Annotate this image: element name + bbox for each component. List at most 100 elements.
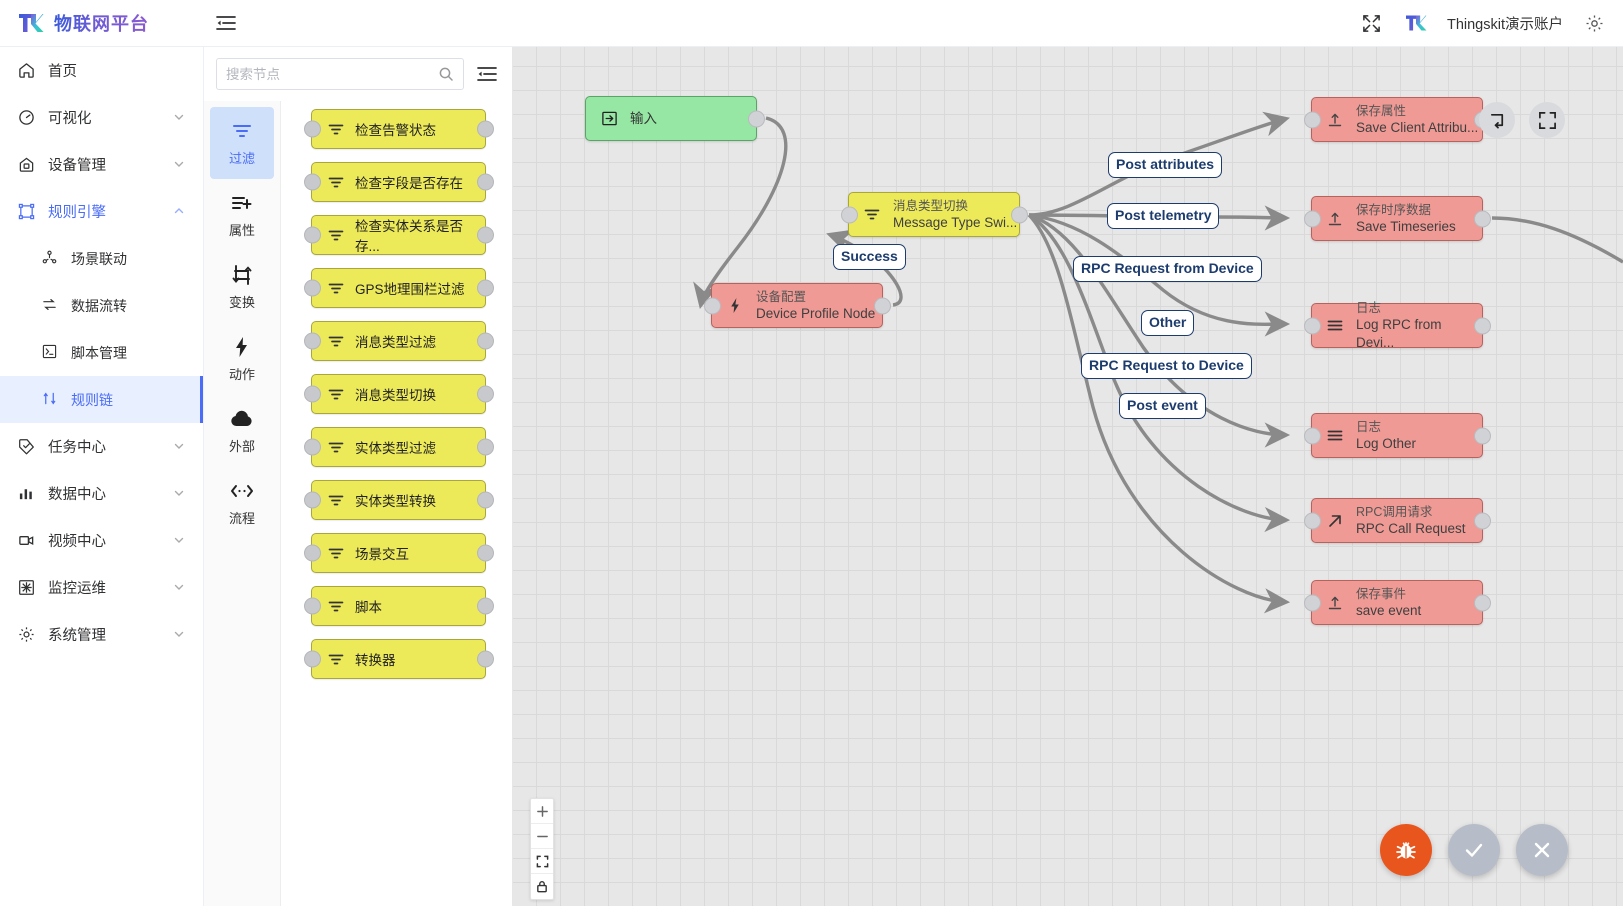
cancel-button[interactable] — [1516, 824, 1568, 876]
node-port-left[interactable] — [303, 173, 321, 191]
gear-icon[interactable] — [1581, 10, 1607, 36]
category-external[interactable]: 外部 — [210, 395, 274, 467]
node-port-right[interactable] — [1010, 206, 1028, 223]
node-port-left[interactable] — [703, 297, 721, 314]
nav-item-system-management[interactable]: 系统管理 — [0, 611, 203, 658]
canvas-node-switch[interactable]: 消息类型切换 Message Type Swi... — [840, 192, 1028, 237]
canvas-node-ts[interactable]: 保存时序数据 Save Timeseries — [1303, 196, 1491, 241]
node-port-left[interactable] — [1303, 317, 1321, 334]
search-input[interactable] — [226, 66, 438, 82]
palette-node[interactable]: 实体类型过滤 — [303, 427, 494, 467]
node-port-right[interactable] — [476, 120, 494, 138]
nav-item-visualization[interactable]: 可视化 — [0, 94, 203, 141]
node-port-right[interactable] — [476, 597, 494, 615]
rule-chain-canvas[interactable]: 输入消息类型切换 Message Type Swi... 设备配置 Device Pr… — [513, 47, 1623, 906]
search-icon[interactable] — [438, 66, 454, 82]
edge-label[interactable]: RPC Request to Device — [1081, 353, 1252, 379]
palette-node[interactable]: 消息类型过滤 — [303, 321, 494, 361]
node-port-right[interactable] — [476, 544, 494, 562]
palette-node[interactable]: 消息类型切换 — [303, 374, 494, 414]
palette-node[interactable]: 脚本 — [303, 586, 494, 626]
node-port-right[interactable] — [476, 650, 494, 668]
category-attribute[interactable]: 属性 — [210, 179, 274, 251]
panel-collapse-icon[interactable] — [474, 61, 500, 87]
node-port-left[interactable] — [303, 332, 321, 350]
node-port-left[interactable] — [1303, 427, 1321, 444]
zoom-out-button[interactable] — [531, 824, 553, 849]
palette-node[interactable]: 检查字段是否存在 — [303, 162, 494, 202]
nav-item-monitoring[interactable]: 监控运维 — [0, 564, 203, 611]
canvas-node-saveevt[interactable]: 保存事件 save event — [1303, 580, 1491, 625]
edge-label[interactable]: Post telemetry — [1107, 203, 1220, 229]
sidebar-item-data-flow[interactable]: 数据流转 — [0, 282, 203, 329]
nav-item-device-management[interactable]: 设备管理 — [0, 141, 203, 188]
fullscreen-icon[interactable] — [1359, 10, 1385, 36]
node-port-right[interactable] — [1473, 210, 1491, 227]
reset-layout-button[interactable] — [1479, 102, 1515, 138]
node-port-left[interactable] — [303, 279, 321, 297]
node-port-left[interactable] — [1303, 210, 1321, 227]
sidebar-collapse-button[interactable] — [204, 0, 248, 47]
palette-node[interactable]: 场景交互 — [303, 533, 494, 573]
node-port-left[interactable] — [1303, 512, 1321, 529]
node-port-right[interactable] — [476, 438, 494, 456]
palette-node[interactable]: 转换器 — [303, 639, 494, 679]
canvas-node-logrpc[interactable]: 日志 Log RPC from Devi... — [1303, 301, 1491, 350]
palette-node[interactable]: 检查告警状态 — [303, 109, 494, 149]
edge-label[interactable]: Success — [833, 244, 906, 270]
category-transform[interactable]: 变换 — [210, 251, 274, 323]
palette-node[interactable]: 实体类型转换 — [303, 480, 494, 520]
node-port-left[interactable] — [840, 206, 858, 223]
lock-canvas-button[interactable] — [531, 874, 553, 899]
canvas-fullscreen-button[interactable] — [1529, 102, 1565, 138]
node-port-left[interactable] — [1303, 594, 1321, 611]
node-port-left[interactable] — [303, 120, 321, 138]
debug-button[interactable] — [1380, 824, 1432, 876]
canvas-node-input[interactable]: 输入 — [585, 96, 765, 141]
sidebar-item-script-management[interactable]: 脚本管理 — [0, 329, 203, 376]
canvas-node-logother[interactable]: 日志 Log Other — [1303, 413, 1491, 458]
node-port-right[interactable] — [747, 110, 765, 127]
confirm-button[interactable] — [1448, 824, 1500, 876]
sidebar-item-scene-linkage[interactable]: 场景联动 — [0, 235, 203, 282]
canvas-node-rpccall[interactable]: RPC调用请求 RPC Call Request — [1303, 498, 1491, 543]
edge-label[interactable]: RPC Request from Device — [1073, 256, 1262, 282]
category-flow[interactable]: 流程 — [210, 467, 274, 539]
node-port-right[interactable] — [476, 279, 494, 297]
nav-item-data-center[interactable]: 数据中心 — [0, 470, 203, 517]
palette-node[interactable]: 检查实体关系是否存... — [303, 215, 494, 255]
node-port-right[interactable] — [476, 173, 494, 191]
node-port-right[interactable] — [1473, 427, 1491, 444]
palette-node[interactable]: GPS地理围栏过滤 — [303, 268, 494, 308]
node-port-right[interactable] — [476, 491, 494, 509]
nav-item-video-center[interactable]: 视频中心 — [0, 517, 203, 564]
node-port-left[interactable] — [303, 438, 321, 456]
node-port-right[interactable] — [476, 385, 494, 403]
canvas-node-profile[interactable]: 设备配置 Device Profile Node — [703, 283, 891, 328]
node-port-right[interactable] — [476, 226, 494, 244]
edge-label[interactable]: Other — [1141, 310, 1195, 336]
zoom-in-button[interactable] — [531, 799, 553, 824]
category-filter[interactable]: 过滤 — [210, 107, 274, 179]
node-port-left[interactable] — [303, 385, 321, 403]
nav-item-rule-engine[interactable]: 规则引擎 — [0, 188, 203, 235]
node-port-right[interactable] — [1473, 317, 1491, 334]
nav-item-task-center[interactable]: 任务中心 — [0, 423, 203, 470]
node-port-left[interactable] — [1303, 111, 1321, 128]
account-name[interactable]: Thingskit演示账户 — [1447, 13, 1563, 34]
node-port-left[interactable] — [303, 597, 321, 615]
node-port-left[interactable] — [303, 544, 321, 562]
node-port-left[interactable] — [303, 226, 321, 244]
canvas-node-attrs[interactable]: 保存属性 Save Client Attribu... — [1303, 97, 1491, 142]
node-port-right[interactable] — [1473, 512, 1491, 529]
category-action[interactable]: 动作 — [210, 323, 274, 395]
edge-label[interactable]: Post attributes — [1108, 152, 1223, 178]
fit-view-button[interactable] — [531, 849, 553, 874]
node-port-right[interactable] — [1473, 594, 1491, 611]
node-port-right[interactable] — [476, 332, 494, 350]
edge-label[interactable]: Post event — [1119, 393, 1206, 419]
node-port-right[interactable] — [873, 297, 891, 314]
search-box[interactable] — [216, 58, 464, 90]
sidebar-item-rule-chain[interactable]: 规则链 — [0, 376, 203, 423]
nav-item-home[interactable]: 首页 — [0, 47, 203, 94]
